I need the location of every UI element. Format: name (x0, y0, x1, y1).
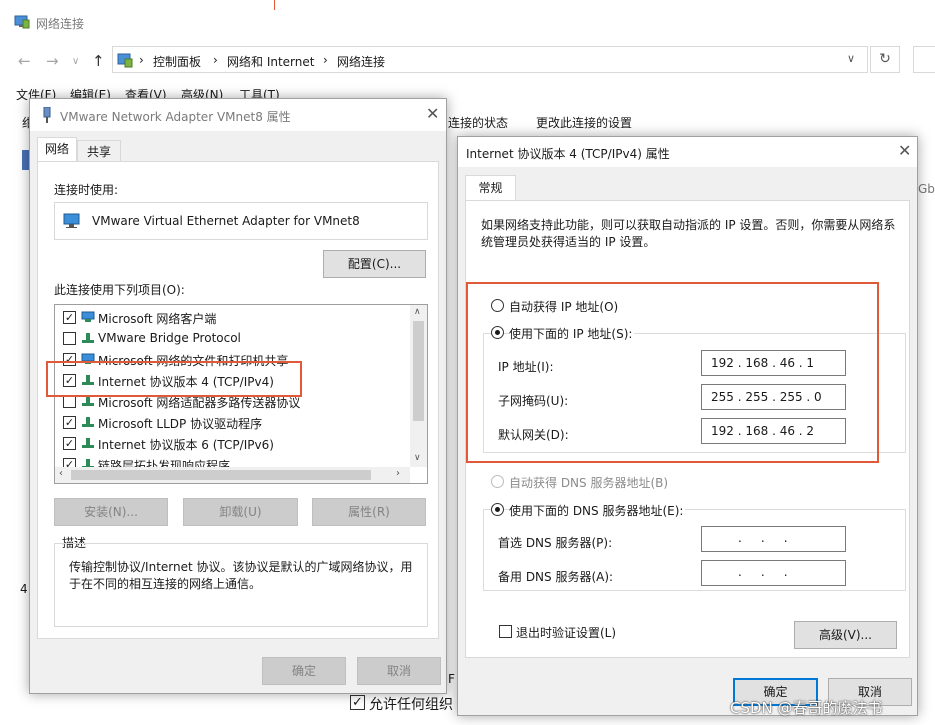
control-panel-icon (117, 52, 133, 68)
adapter-name-box: VMware Virtual Ethernet Adapter for VMne… (54, 202, 428, 240)
ipv4-dialog-titlebar: Internet 协议版本 4 (TCP/IPv4) 属性 ✕ (458, 137, 917, 167)
speed-fragment: Gb (918, 182, 935, 196)
tab-network[interactable]: 网络 (37, 137, 77, 162)
intro-text: 如果网络支持此功能，则可以获取自动指派的 IP 设置。否则，你需要从网络系统管理… (481, 218, 896, 249)
address-bar[interactable]: › 控制面板 › 网络和 Internet › 网络连接 ∨ (112, 46, 868, 73)
allow-checkbox[interactable]: ✓ (350, 695, 365, 710)
recent-chevron-icon[interactable]: ∨ (72, 56, 79, 67)
scroll-left-icon[interactable]: ‹ (59, 468, 63, 479)
item-label: Internet 协议版本 6 (TCP/IPv6) (98, 438, 274, 452)
description-box: 传输控制协议/Internet 协议。该协议是默认的广域网络协议，用于在不同的相… (54, 543, 428, 627)
adapter-cancel-button[interactable]: 取消 (357, 657, 441, 685)
list-item[interactable]: ✓ Internet 协议版本 6 (TCP/IPv6) (55, 433, 410, 454)
ipv4-dialog-title: Internet 协议版本 4 (TCP/IPv4) 属性 (466, 147, 670, 161)
breadcrumb-network-connections[interactable]: 网络连接 (337, 53, 385, 70)
breadcrumb-separator-icon: › (139, 53, 144, 67)
advanced-button[interactable]: 高级(V)... (794, 621, 897, 649)
item-label: Microsoft 网络客户端 (98, 312, 217, 326)
item-checkbox[interactable]: ✓ (63, 416, 76, 429)
breadcrumb-separator-icon: › (213, 53, 218, 67)
command-change-settings[interactable]: 更改此连接的设置 (536, 114, 632, 131)
watermark: CSDN @春哥的魔法书 (730, 699, 883, 717)
horizontal-scrollbar[interactable]: ‹ › (55, 467, 410, 483)
item-label: Microsoft LLDP 协议驱动程序 (98, 417, 263, 431)
protocol-icon (81, 437, 95, 449)
forward-arrow-icon[interactable]: → (46, 52, 59, 70)
protocol-icon (81, 332, 95, 344)
alternate-dns-label: 备用 DNS 服务器(A): (498, 570, 614, 584)
validate-label: 退出时验证设置(L) (516, 626, 617, 640)
titlebar-divider (274, 0, 275, 10)
list-item[interactable]: VMware Bridge Protocol (55, 328, 410, 349)
list-item[interactable]: ✓ Microsoft LLDP 协议驱动程序 (55, 412, 410, 433)
tab-sharing[interactable]: 共享 (77, 140, 121, 162)
explorer-titlebar: 网络连接 (0, 0, 935, 44)
alternate-dns-field[interactable]: . . . (701, 560, 846, 586)
tab-general[interactable]: 常规 (465, 175, 516, 201)
adapter-dialog-title: VMware Network Adapter VMnet8 属性 (60, 110, 291, 124)
network-client-icon (81, 311, 95, 323)
adapter-icon (42, 106, 52, 123)
adapter-dialog-titlebar: VMware Network Adapter VMnet8 属性 ✕ (30, 99, 446, 131)
refresh-icon: ↻ (879, 51, 891, 67)
scroll-thumb[interactable] (413, 321, 424, 421)
item-label: VMware Bridge Protocol (98, 331, 241, 345)
scroll-up-icon[interactable]: ∧ (414, 307, 421, 317)
refresh-button[interactable]: ↻ (870, 46, 900, 73)
item-properties-button[interactable]: 属性(R) (312, 498, 426, 526)
alternate-dns-value: . . . (738, 565, 788, 579)
adapter-name: VMware Virtual Ethernet Adapter for VMne… (92, 214, 360, 228)
item-count: 4 (20, 582, 28, 596)
command-connection-status[interactable]: 连接的状态 (448, 114, 508, 131)
item-checkbox[interactable]: ✓ (63, 311, 76, 324)
list-item[interactable]: ✓ Microsoft 网络客户端 (55, 307, 410, 328)
network-adapter-icon (63, 213, 81, 229)
f-fragment: F (448, 672, 455, 686)
item-checkbox[interactable]: ✓ (63, 437, 76, 450)
network-folder-icon (14, 13, 30, 29)
hscroll-thumb[interactable] (71, 470, 371, 480)
auto-dns-radio[interactable] (491, 475, 504, 488)
auto-dns-label: 自动获得 DNS 服务器地址(B) (509, 476, 669, 490)
search-input[interactable] (913, 46, 935, 73)
breadcrumb-network-internet[interactable]: 网络和 Internet (227, 53, 314, 70)
manual-dns-label: 使用下面的 DNS 服务器地址(E): (509, 502, 686, 519)
close-icon[interactable]: ✕ (898, 141, 911, 160)
scroll-right-icon[interactable]: › (396, 468, 400, 479)
preferred-dns-field[interactable]: . . . (701, 526, 846, 552)
adapter-ok-button[interactable]: 确定 (262, 657, 346, 685)
protocol-icon (81, 416, 95, 428)
configure-button[interactable]: 配置(C)... (323, 250, 426, 278)
ip-settings-highlight (466, 282, 879, 463)
close-icon[interactable]: ✕ (426, 104, 439, 123)
vertical-scrollbar[interactable]: ∧ ∨ (410, 305, 427, 467)
install-button[interactable]: 安装(N)... (54, 498, 168, 526)
back-arrow-icon[interactable]: ← (18, 52, 31, 70)
items-label: 此连接使用下列项目(O): (54, 283, 185, 297)
manual-dns-radio[interactable] (491, 503, 504, 516)
allow-label: 允许任何组织 (369, 697, 453, 713)
connect-using-label: 连接时使用: (54, 183, 119, 197)
description-text: 传输控制协议/Internet 协议。该协议是默认的广域网络协议，用于在不同的相… (69, 560, 413, 591)
uninstall-button[interactable]: 卸载(U) (183, 498, 298, 526)
network-tab-panel: 连接时使用: VMware Virtual Ethernet Adapter f… (37, 161, 439, 639)
breadcrumb-control-panel[interactable]: 控制面板 (153, 53, 201, 70)
address-dropdown-icon[interactable]: ∨ (847, 52, 855, 65)
explorer-title: 网络连接 (36, 17, 85, 31)
breadcrumb-separator-icon: › (323, 53, 328, 67)
up-arrow-icon[interactable]: ↑ (92, 52, 105, 70)
ipv4-item-highlight (46, 361, 302, 397)
scroll-down-icon[interactable]: ∨ (414, 453, 421, 463)
item-checkbox[interactable] (63, 332, 76, 345)
preferred-dns-label: 首选 DNS 服务器(P): (498, 536, 613, 550)
preferred-dns-value: . . . (738, 531, 788, 545)
validate-checkbox[interactable] (499, 625, 512, 638)
